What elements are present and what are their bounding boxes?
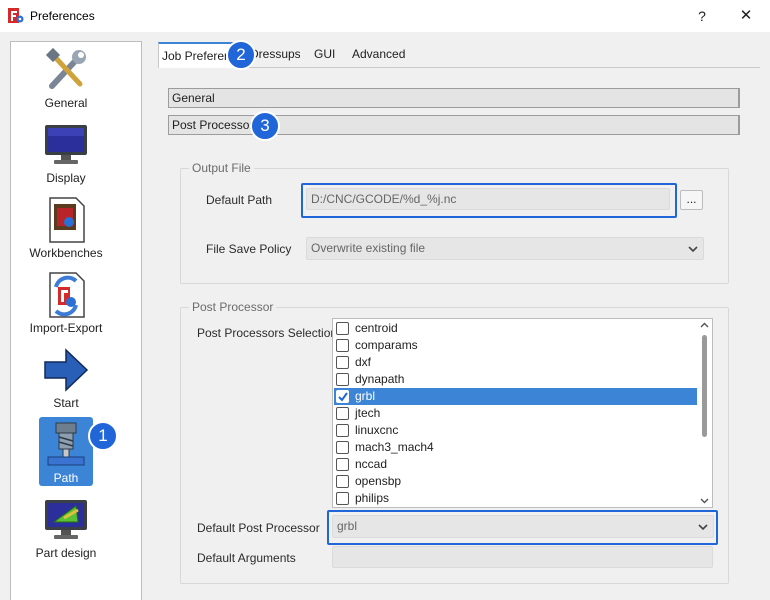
checkbox[interactable]	[336, 441, 349, 454]
callout-badge-1: 1	[88, 421, 118, 451]
file-save-policy-select[interactable]: Overwrite existing file	[306, 237, 704, 260]
category-start[interactable]: Start	[11, 346, 121, 410]
checkbox[interactable]	[336, 373, 349, 386]
category-part-design[interactable]: Part design	[11, 496, 121, 560]
list-item[interactable]: mach3_mach4	[334, 439, 698, 456]
group-title: Output File	[189, 161, 254, 175]
list-item[interactable]: comparams	[334, 337, 698, 354]
default-arguments-input[interactable]	[332, 546, 713, 568]
list-item[interactable]: dynapath	[334, 371, 698, 388]
item-label: dynapath	[355, 372, 405, 386]
import-export-icon	[49, 272, 85, 318]
item-label: linuxcnc	[355, 423, 399, 437]
annotation-highlight-box	[301, 183, 677, 218]
category-label: General	[44, 96, 88, 110]
checkbox[interactable]	[336, 407, 349, 420]
category-display[interactable]: Display	[11, 121, 121, 185]
checkbox[interactable]	[336, 458, 349, 471]
workbench-icon	[49, 197, 85, 243]
list-item[interactable]: opensbp	[334, 473, 698, 490]
default-arguments-label: Default Arguments	[197, 551, 296, 565]
list-item[interactable]: dxf	[334, 354, 698, 371]
category-label: Display	[46, 171, 86, 185]
checkbox[interactable]	[336, 475, 349, 488]
tab-advanced[interactable]: Advanced	[352, 42, 412, 68]
chevron-down-icon	[683, 238, 703, 259]
checkbox[interactable]	[336, 356, 349, 369]
checkbox[interactable]	[336, 339, 349, 352]
item-label: opensbp	[355, 474, 402, 488]
checkbox[interactable]	[336, 492, 349, 505]
category-label: Path	[53, 471, 79, 485]
item-label: philips	[355, 491, 390, 505]
item-label: mach3_mach4	[355, 440, 434, 454]
category-label: Workbenches	[29, 246, 103, 260]
checkbox[interactable]	[336, 424, 349, 437]
part-design-icon	[45, 500, 87, 539]
list-item[interactable]: jtech	[334, 405, 698, 422]
tools-icon	[45, 47, 86, 89]
item-label: nccad	[355, 457, 388, 471]
freecad-app-icon	[8, 8, 24, 23]
list-item[interactable]: philips	[334, 490, 698, 507]
callout-badge-3: 3	[250, 111, 280, 141]
callout-badge-2: 2	[226, 40, 256, 70]
preferences-category-list: General Display Workbenches Import-Expor…	[10, 41, 142, 600]
browse-path-button[interactable]: ...	[680, 190, 703, 210]
chevron-down-icon[interactable]	[700, 498, 709, 504]
list-item[interactable]: nccad	[334, 456, 698, 473]
checkbox[interactable]	[336, 322, 349, 335]
help-button[interactable]: ?	[690, 6, 714, 26]
path-mill-icon	[47, 422, 85, 466]
category-label: Part design	[35, 546, 97, 560]
item-label: jtech	[355, 406, 381, 420]
list-item-selected[interactable]: grbl	[334, 388, 698, 405]
default-post-processor-label: Default Post Processor	[197, 521, 320, 535]
list-scrollbar[interactable]	[697, 319, 712, 507]
chevron-up-icon[interactable]	[700, 322, 709, 328]
close-button[interactable]: ✕	[734, 6, 758, 26]
file-save-policy-label: File Save Policy	[206, 242, 292, 256]
category-label: Start	[53, 396, 79, 410]
annotation-highlight-box	[327, 510, 718, 545]
arrow-right-icon	[44, 348, 89, 392]
default-path-label: Default Path	[206, 193, 273, 207]
select-value: Overwrite existing file	[311, 241, 426, 255]
list-item[interactable]: centroid	[334, 320, 698, 337]
scrollbar-thumb[interactable]	[702, 335, 707, 437]
item-label: dxf	[355, 355, 372, 369]
section-general-header[interactable]: General	[168, 88, 740, 108]
group-title: Post Processor	[189, 300, 277, 314]
list-item[interactable]: linuxcnc	[334, 422, 698, 439]
category-general[interactable]: General	[11, 46, 121, 110]
post-processors-selection-label: Post Processors Selection	[197, 326, 338, 340]
window-title: Preferences	[30, 9, 95, 23]
item-label: comparams	[355, 338, 418, 352]
post-processor-list[interactable]: centroid comparams dxf dynapath grbl jte…	[332, 318, 713, 508]
checkmark-icon	[338, 392, 348, 402]
monitor-icon	[45, 125, 87, 164]
tab-gui[interactable]: GUI	[314, 42, 340, 68]
category-workbenches[interactable]: Workbenches	[11, 196, 121, 260]
item-label: centroid	[355, 321, 398, 335]
category-import-export[interactable]: Import-Export	[11, 271, 121, 335]
item-label: grbl	[355, 389, 376, 403]
title-bar: Preferences ? ✕	[0, 0, 770, 32]
checkbox-checked[interactable]	[336, 390, 349, 403]
category-label: Import-Export	[29, 321, 103, 335]
